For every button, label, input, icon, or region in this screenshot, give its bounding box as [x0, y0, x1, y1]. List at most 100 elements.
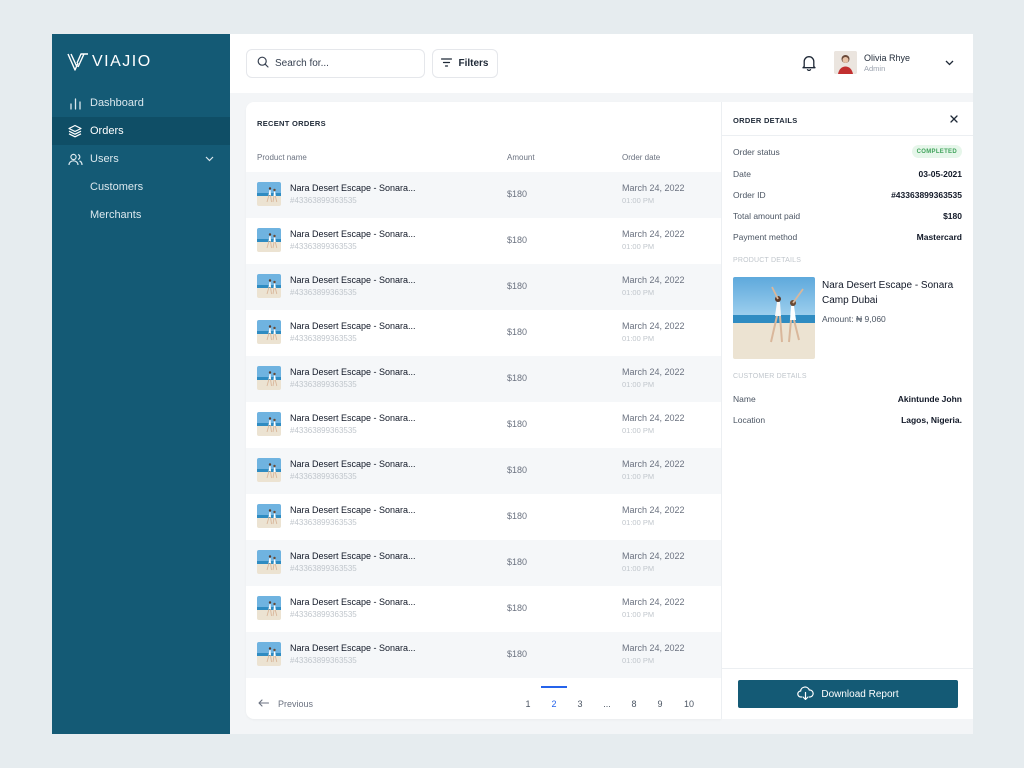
- customer-label: Name: [733, 394, 756, 404]
- order-date: March 24, 2022: [622, 643, 685, 653]
- product-thumbnail: [257, 182, 281, 206]
- sidebar: VIAJIO Dashboard Orders Users Customers …: [52, 34, 230, 734]
- order-id: #43363899363535: [290, 656, 357, 665]
- sidebar-item-orders[interactable]: Orders: [52, 117, 230, 145]
- page-3-button[interactable]: 3: [572, 699, 588, 709]
- product-name: Nara Desert Escape - Sonara...: [290, 643, 416, 653]
- filter-lines-icon: [441, 57, 453, 70]
- sidebar-item-customers[interactable]: Customers: [52, 173, 230, 201]
- column-header-amount[interactable]: Amount: [507, 153, 535, 162]
- product-name: Nara Desert Escape - Sonara...: [290, 367, 416, 377]
- table-row[interactable]: Nara Desert Escape - Sonara... #433638993…: [246, 632, 721, 678]
- order-amount: $180: [507, 189, 528, 199]
- order-time: 01:00 PM: [622, 610, 655, 619]
- page-10-button[interactable]: 10: [681, 699, 697, 709]
- page-2-button[interactable]: 2: [546, 699, 562, 709]
- order-time: 01:00 PM: [622, 196, 655, 205]
- download-report-button[interactable]: Download Report: [738, 680, 958, 708]
- detail-label: Payment method: [733, 232, 798, 242]
- order-id: #43363899363535: [290, 426, 357, 435]
- search-box[interactable]: [246, 49, 425, 78]
- order-amount: $180: [507, 511, 528, 521]
- page-9-button[interactable]: 9: [652, 699, 668, 709]
- page-1-button[interactable]: 1: [520, 699, 536, 709]
- order-id: #43363899363535: [290, 564, 357, 573]
- previous-page-button[interactable]: Previous: [258, 699, 313, 709]
- product-thumbnail: [257, 458, 281, 482]
- product-name: Nara Desert Escape - Sonara...: [290, 321, 416, 331]
- product-thumbnail: [257, 412, 281, 436]
- product-name: Nara Desert Escape - Sonara...: [290, 505, 416, 515]
- sidebar-item-dashboard[interactable]: Dashboard: [52, 89, 230, 117]
- order-status-label: Order status: [733, 147, 780, 157]
- customer-value: Akintunde John: [897, 394, 962, 404]
- recent-orders-panel: RECENT ORDERS Product name Amount Order …: [246, 102, 721, 719]
- order-id: #43363899363535: [290, 610, 357, 619]
- column-header-product[interactable]: Product name: [257, 153, 307, 162]
- pagination: Previous 1 2 3... 8 9 10: [246, 686, 721, 719]
- table-row[interactable]: Nara Desert Escape - Sonara... #433638993…: [246, 586, 721, 632]
- filters-button[interactable]: Filters: [432, 49, 498, 78]
- section-title-product: PRODUCT DETAILS: [733, 257, 802, 264]
- table-row[interactable]: Nara Desert Escape - Sonara... #433638993…: [246, 218, 721, 264]
- order-amount: $180: [507, 373, 528, 383]
- panel-title: ORDER DETAILS: [733, 116, 798, 125]
- product-image[interactable]: [733, 277, 815, 359]
- notification-bell-icon[interactable]: [801, 54, 819, 72]
- product-thumbnail: [257, 228, 281, 252]
- users-icon: [67, 151, 83, 167]
- order-id: #43363899363535: [290, 472, 357, 481]
- order-time: 01:00 PM: [622, 380, 655, 389]
- order-id: #43363899363535: [290, 288, 357, 297]
- order-time: 01:00 PM: [622, 288, 655, 297]
- search-input[interactable]: [275, 58, 415, 69]
- chevron-down-icon[interactable]: [205, 154, 215, 164]
- detail-value: Mastercard: [916, 232, 962, 242]
- close-icon[interactable]: [947, 112, 961, 126]
- product-thumbnail: [257, 320, 281, 344]
- order-id: #43363899363535: [290, 196, 357, 205]
- chevron-down-icon[interactable]: [942, 56, 956, 70]
- order-date: March 24, 2022: [622, 183, 685, 193]
- product-name: Nara Desert Escape - Sonara Camp Dubai: [822, 280, 954, 306]
- brand-logo[interactable]: VIAJIO: [67, 52, 152, 72]
- order-time: 01:00 PM: [622, 242, 655, 251]
- order-id: #43363899363535: [290, 380, 357, 389]
- arrow-left-icon: [258, 699, 270, 709]
- order-amount: $180: [507, 419, 528, 429]
- table-row[interactable]: Nara Desert Escape - Sonara... #433638993…: [246, 310, 721, 356]
- previous-label: Previous: [278, 699, 314, 709]
- sidebar-item-label: Dashboard: [90, 97, 144, 109]
- product-name: Nara Desert Escape - Sonara...: [290, 597, 416, 607]
- order-date: March 24, 2022: [622, 459, 685, 469]
- order-details-panel: ORDER DETAILS Order status COMPLETED Dat…: [721, 102, 973, 719]
- table-row[interactable]: Nara Desert Escape - Sonara... #433638993…: [246, 264, 721, 310]
- product-name: Nara Desert Escape - Sonara...: [290, 275, 416, 285]
- user-menu[interactable]: Olivia Rhye Admin: [834, 51, 956, 74]
- table-row[interactable]: Nara Desert Escape - Sonara... #433638993…: [246, 402, 721, 448]
- order-time: 01:00 PM: [622, 564, 655, 573]
- page-8-button[interactable]: 8: [626, 699, 642, 709]
- sidebar-item-merchants[interactable]: Merchants: [52, 201, 230, 229]
- detail-label: Order ID: [733, 190, 766, 200]
- table-row[interactable]: Nara Desert Escape - Sonara... #433638993…: [246, 494, 721, 540]
- order-amount: $180: [507, 603, 528, 613]
- order-time: 01:00 PM: [622, 426, 655, 435]
- product-name: Nara Desert Escape - Sonara...: [290, 183, 416, 193]
- product-thumbnail: [257, 642, 281, 666]
- brand-name: VIAJIO: [92, 53, 152, 70]
- order-date: March 24, 2022: [622, 551, 685, 561]
- sidebar-item-users[interactable]: Users: [52, 145, 230, 173]
- section-title-customer: CUSTOMER DETAILS: [733, 373, 807, 380]
- panel-title: RECENT ORDERS: [257, 119, 326, 128]
- table-row[interactable]: Nara Desert Escape - Sonara... #433638993…: [246, 172, 721, 218]
- product-name: Nara Desert Escape - Sonara...: [290, 413, 416, 423]
- download-report-label: Download Report: [821, 688, 899, 700]
- column-header-date[interactable]: Order date: [622, 153, 660, 162]
- table-row[interactable]: Nara Desert Escape - Sonara... #433638993…: [246, 356, 721, 402]
- status-badge: COMPLETED: [911, 145, 962, 158]
- table-row[interactable]: Nara Desert Escape - Sonara... #433638993…: [246, 448, 721, 494]
- table-row[interactable]: Nara Desert Escape - Sonara... #433638993…: [246, 540, 721, 586]
- order-id: #43363899363535: [290, 518, 357, 527]
- order-date: March 24, 2022: [622, 367, 685, 377]
